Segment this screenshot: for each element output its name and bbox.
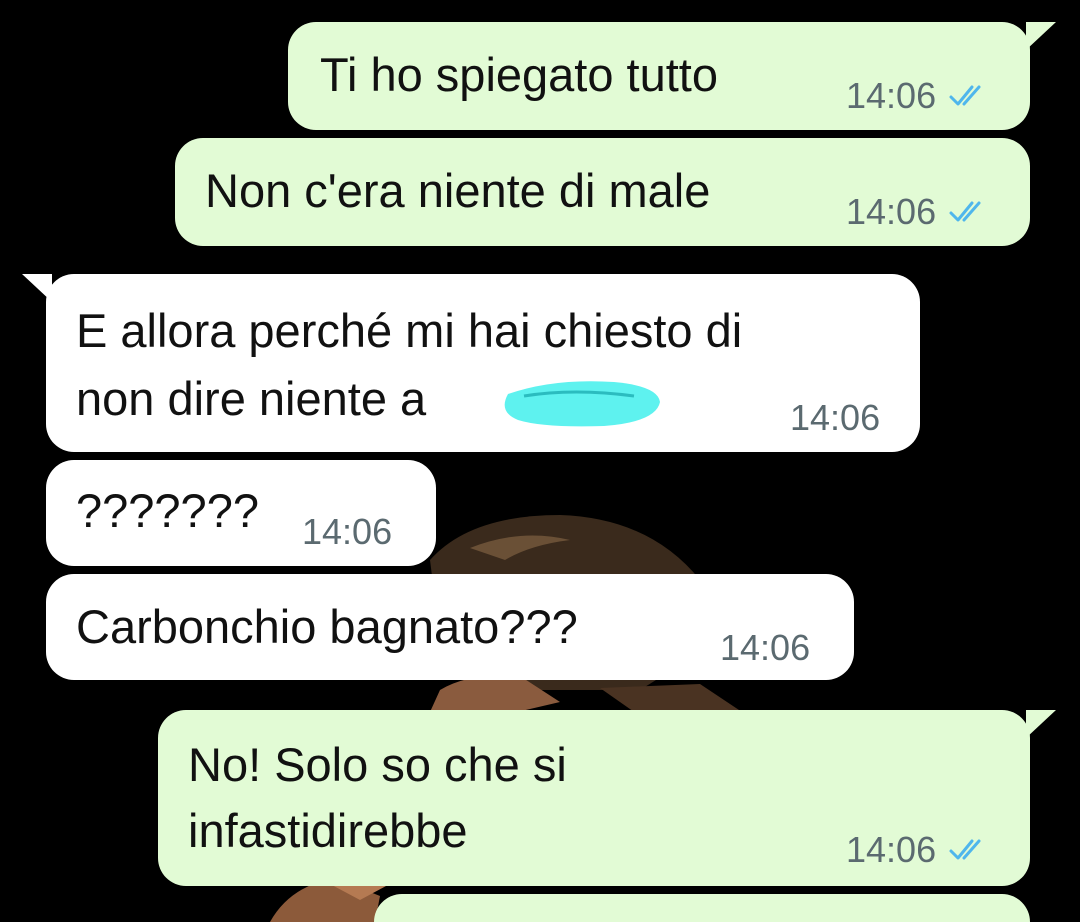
message-text: Non c'era niente di male — [205, 164, 711, 217]
message-text-line: infastidirebbe — [188, 804, 468, 857]
message-meta: 14:06 — [302, 512, 392, 552]
incoming-message-bubble[interactable]: ??????? 14:06 — [46, 460, 436, 566]
message-meta: 14:06 — [846, 192, 988, 232]
bubble-tail — [1026, 22, 1056, 50]
outgoing-message-bubble-partial[interactable] — [374, 894, 1030, 922]
message-time: 14:06 — [302, 511, 393, 552]
message-text-line: non dire niente a — [76, 372, 427, 425]
message-text-line: No! Solo so che si — [188, 738, 567, 791]
message-time: 14:06 — [790, 397, 881, 438]
message-text: Carbonchio bagnato??? — [76, 600, 578, 653]
bubble-tail — [1026, 710, 1056, 738]
message-meta: 14:06 — [720, 628, 810, 668]
outgoing-message-bubble[interactable]: Ti ho spiegato tutto 14:06 — [288, 22, 1056, 130]
message-text: ??????? — [76, 484, 259, 537]
message-text-line: E allora perché mi hai chiesto di — [76, 304, 743, 357]
message-text: Ti ho spiegato tutto — [320, 48, 719, 101]
message-time: 14:06 — [846, 191, 937, 232]
incoming-message-bubble[interactable]: E allora perché mi hai chiesto di non di… — [22, 274, 920, 452]
incoming-message-bubble[interactable]: Carbonchio bagnato??? 14:06 — [46, 574, 854, 680]
message-meta: 14:06 — [790, 398, 880, 438]
message-time: 14:06 — [720, 627, 811, 668]
message-meta: 14:06 — [846, 76, 988, 116]
double-check-icon — [949, 839, 981, 860]
double-check-icon — [949, 85, 981, 106]
message-time: 14:06 — [846, 829, 937, 870]
outgoing-message-bubble[interactable]: No! Solo so che si infastidirebbe 14:06 — [158, 710, 1056, 886]
double-check-icon — [949, 201, 981, 222]
message-meta: 14:06 — [846, 830, 988, 870]
message-time: 14:06 — [846, 75, 937, 116]
bubble-tail — [22, 274, 52, 302]
redaction-scribble — [504, 381, 660, 427]
outgoing-message-bubble[interactable]: Non c'era niente di male 14:06 — [175, 138, 1030, 246]
